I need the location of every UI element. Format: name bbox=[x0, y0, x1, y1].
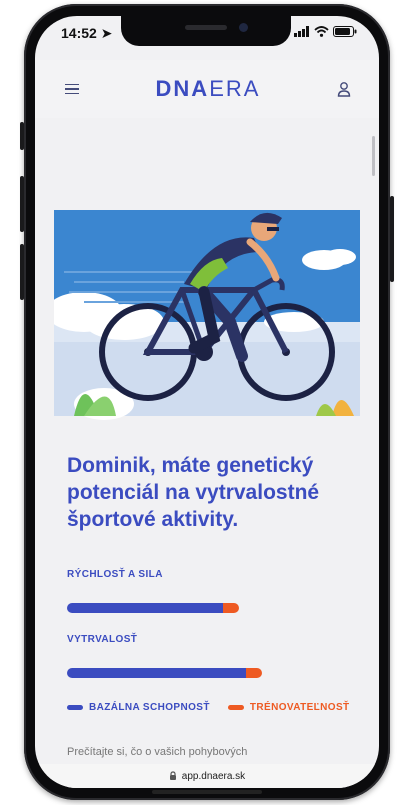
power-button bbox=[390, 196, 394, 282]
camera bbox=[239, 23, 248, 32]
logo[interactable]: DNAERA bbox=[156, 76, 261, 102]
status-time: 14:52 ➤ bbox=[61, 25, 112, 42]
metric-bar-endurance-trainable bbox=[246, 668, 263, 678]
battery-icon bbox=[333, 26, 357, 37]
wifi-icon bbox=[314, 26, 329, 37]
signal-icon bbox=[294, 26, 309, 37]
logo-bold: DNA bbox=[155, 76, 210, 101]
home-indicator[interactable] bbox=[152, 790, 262, 794]
metric-label-speed: RÝCHLOSŤ A SILA bbox=[67, 569, 163, 580]
phone-frame: 14:52 ➤ DNAERA Dominik, máte genetický p… bbox=[20, 4, 394, 800]
url-text: app.dnaera.sk bbox=[181, 770, 246, 782]
result-headline: Dominik, máte genetický potenciál na vyt… bbox=[67, 454, 320, 531]
legend-label-base: BAZÁLNA SCHOPNOSŤ bbox=[89, 702, 210, 713]
metric-bar-speed bbox=[67, 603, 240, 613]
user-icon[interactable] bbox=[337, 81, 351, 97]
metric-bar-speed-trainable bbox=[223, 603, 240, 613]
metric-label-endurance: VYTRVALOSŤ bbox=[67, 634, 138, 645]
status-icons bbox=[294, 26, 357, 37]
volume-down-button bbox=[20, 244, 24, 300]
menu-icon[interactable] bbox=[65, 81, 79, 98]
metric-bar-endurance bbox=[67, 668, 263, 678]
speaker bbox=[185, 25, 227, 30]
legend-swatch-trainable bbox=[227, 705, 244, 710]
location-arrow-icon: ➤ bbox=[100, 25, 113, 41]
scrollbar[interactable] bbox=[372, 136, 375, 176]
logo-light: ERA bbox=[209, 76, 261, 101]
metric-bar-endurance-base bbox=[67, 668, 247, 678]
app-header: DNAERA bbox=[35, 60, 379, 118]
legend-label-trainable: TRÉNOVATEĽNOSŤ bbox=[249, 702, 350, 713]
screen: 14:52 ➤ DNAERA Dominik, máte genetický p… bbox=[35, 16, 379, 788]
browser-url-bar[interactable]: app.dnaera.sk bbox=[35, 764, 379, 788]
legend-swatch-base bbox=[67, 705, 83, 710]
mute-switch bbox=[20, 122, 24, 150]
volume-up-button bbox=[20, 176, 24, 232]
cyclist-illustration bbox=[54, 210, 360, 420]
legend: BAZÁLNA SCHOPNOSŤ TRÉNOVATEĽNOSŤ bbox=[67, 702, 350, 713]
read-more-text: Prečítajte si, čo o vašich pohybových bbox=[67, 746, 248, 758]
lock-icon bbox=[169, 771, 176, 780]
status-time-text: 14:52 bbox=[61, 25, 97, 41]
metric-bar-speed-base bbox=[67, 603, 224, 613]
notch bbox=[121, 16, 291, 46]
